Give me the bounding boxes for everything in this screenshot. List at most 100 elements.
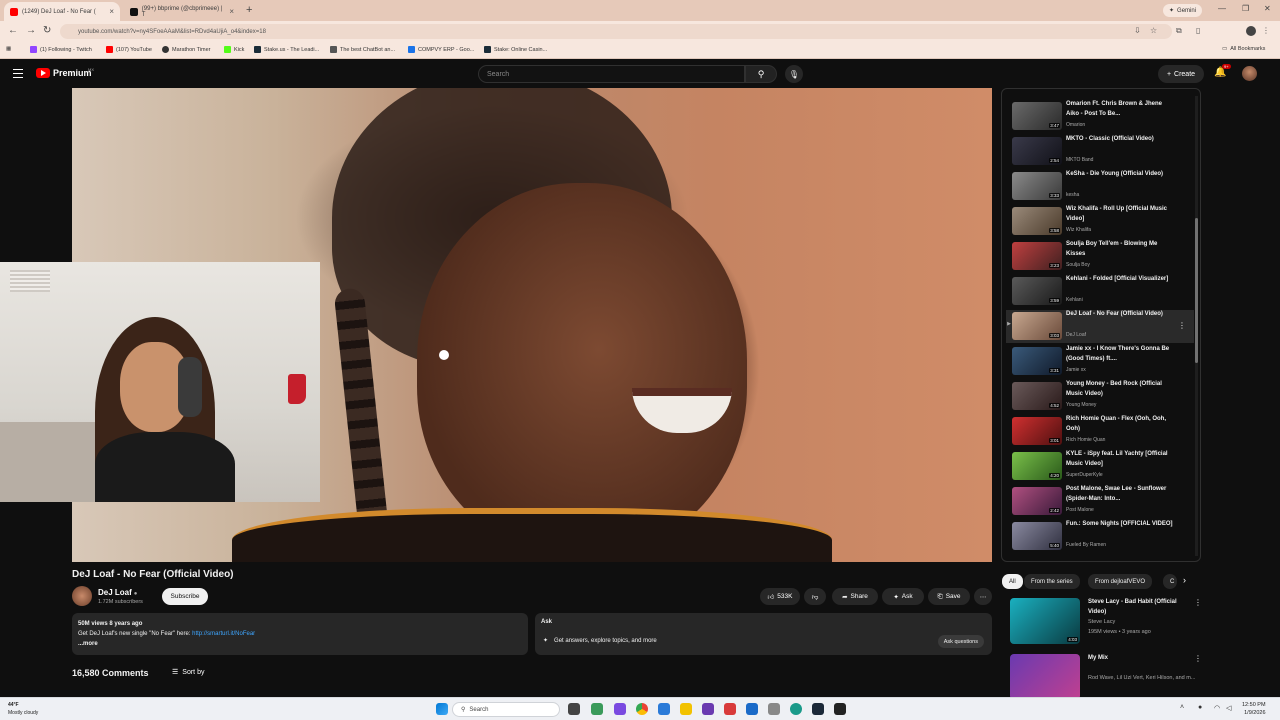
app-icon[interactable] — [724, 703, 736, 715]
recommended-thumbnail[interactable] — [1010, 654, 1080, 700]
app-icon[interactable] — [746, 703, 758, 715]
playlist-thumbnail[interactable]: 4:20 — [1012, 452, 1062, 480]
playlist-item[interactable]: 3:59 Kehlani - Folded [Official Visualize… — [1006, 275, 1194, 308]
recommended-item[interactable]: 4:03 Steve Lacy - Bad Habit (Official Vid… — [1006, 598, 1202, 648]
bookmark-item[interactable]: (107) YouTube — [106, 46, 152, 53]
youtube-logo[interactable]: Premium — [36, 68, 92, 78]
close-window-icon[interactable]: ✕ — [1264, 4, 1271, 13]
save-button[interactable]: ⎗ Save — [928, 588, 970, 605]
app-icon[interactable] — [591, 703, 603, 715]
create-button[interactable]: + Create — [1158, 65, 1204, 83]
playlist-thumbnail[interactable]: 3:58 — [1012, 207, 1062, 235]
bookmark-item[interactable]: Kick — [224, 46, 244, 53]
all-bookmarks[interactable]: ▭ All Bookmarks — [1222, 46, 1265, 52]
app-icon[interactable] — [614, 703, 626, 715]
extensions-icon[interactable]: ⧉ — [1176, 26, 1182, 36]
playlist-thumbnail[interactable]: 3:59 — [1012, 277, 1062, 305]
ask-button[interactable]: ✦ Ask — [882, 588, 924, 605]
close-tab-icon[interactable]: × — [229, 7, 234, 16]
share-button[interactable]: ➦ Share — [832, 588, 878, 605]
back-icon[interactable]: ← — [8, 25, 18, 36]
playlist-item[interactable]: 2:54 MKTO - Classic (Official Video) MKTO … — [1006, 135, 1194, 168]
playlist-item[interactable]: 3:47 Omarion Ft. Chris Brown & Jhene Aiko… — [1006, 100, 1194, 133]
playlist-thumbnail[interactable]: 2:42 — [1012, 487, 1062, 515]
playlist-thumbnail[interactable]: 5:40 — [1012, 522, 1062, 550]
playlist-item-title[interactable]: Jamie xx - I Know There's Gonna Be (Good… — [1066, 345, 1176, 364]
voice-search-button[interactable]: 🎙 — [785, 65, 803, 83]
sidebar-icon[interactable]: ▯ — [1196, 26, 1200, 35]
chip-all[interactable]: All — [1002, 574, 1023, 589]
channel-avatar[interactable] — [72, 586, 92, 606]
edge-icon[interactable] — [790, 703, 802, 715]
playlist-thumbnail[interactable]: 3:47 — [1012, 102, 1062, 130]
like-button[interactable]: 👍︎ 533K — [760, 588, 800, 605]
playlist-thumbnail[interactable]: 3:01 — [1012, 417, 1062, 445]
app-icon[interactable] — [658, 703, 670, 715]
playlist-item-title[interactable]: Young Money - Bed Rock (Official Music V… — [1066, 380, 1176, 399]
playlist-item[interactable]: 3:58 Wiz Khalifa - Roll Up [Official Musi… — [1006, 205, 1194, 238]
playlist-item-title[interactable]: KYLE - iSpy feat. Lil Yachty [Official M… — [1066, 450, 1176, 469]
playlist-thumbnail[interactable]: 4:52 — [1012, 382, 1062, 410]
description-box[interactable]: 50M views 8 years ago Get DeJ Loaf's new… — [72, 613, 528, 655]
playlist-thumbnail[interactable]: 3:33 — [1012, 172, 1062, 200]
chevron-right-icon[interactable]: › — [1183, 575, 1186, 585]
bookmark-item[interactable]: Marathon Timer — [162, 46, 211, 53]
account-avatar[interactable] — [1242, 66, 1257, 81]
playlist-item[interactable]: 3:31 Jamie xx - I Know There's Gonna Be (… — [1006, 345, 1194, 378]
browser-tab[interactable]: (99+) bbprime (@cbprimeee) | T × — [124, 2, 240, 21]
channel-name-row[interactable]: DeJ Loaf ● — [98, 588, 137, 597]
more-vert-icon[interactable]: ⋮ — [1194, 654, 1202, 663]
playlist-item-title[interactable]: Fun.: Some Nights [OFFICIAL VIDEO] — [1066, 520, 1176, 530]
menu-dots-icon[interactable]: ⋮ — [1262, 26, 1270, 35]
bookmark-item[interactable]: Stake: Online Casin... — [484, 46, 547, 53]
description-link[interactable]: http://smarturl.it/NoFear — [192, 631, 255, 637]
apps-icon[interactable]: ▦ — [6, 46, 11, 52]
more-link[interactable]: ...more — [78, 639, 522, 649]
playlist-thumbnail[interactable]: 3:23 — [1012, 242, 1062, 270]
more-actions-button[interactable]: ⋯ — [974, 588, 992, 605]
more-vert-icon[interactable]: ⋮ — [1178, 321, 1186, 330]
scrollbar-thumb[interactable] — [1195, 218, 1198, 363]
file-explorer-icon[interactable] — [680, 703, 692, 715]
tray-app-icon[interactable]: ● — [1198, 704, 1202, 711]
playlist-item-title[interactable]: Post Malone, Swae Lee - Sunflower (Spide… — [1066, 485, 1176, 504]
chrome-icon[interactable] — [636, 703, 648, 715]
bookmark-item[interactable]: (1) Following - Twitch — [30, 46, 92, 53]
playlist-item-title[interactable]: Rich Homie Quan - Flex (Ooh, Ooh, Ooh) — [1066, 415, 1176, 434]
minimize-icon[interactable]: — — [1218, 4, 1226, 13]
recommended-title[interactable]: Steve Lacy - Bad Habit (Official Video) — [1088, 598, 1192, 617]
subscribe-button[interactable]: Subscribe — [162, 588, 208, 605]
playlist-thumbnail[interactable]: 3:03 — [1012, 312, 1062, 340]
restore-icon[interactable]: ❐ — [1242, 4, 1249, 13]
reload-icon[interactable]: ↻ — [43, 25, 51, 36]
browser-tab-active[interactable]: (1249) DeJ Loaf - No Fear ( × — [4, 2, 120, 21]
bookmark-item[interactable]: The best ChatBot an... — [330, 46, 395, 53]
playlist-scrollbar[interactable] — [1195, 96, 1198, 556]
bookmark-star-icon[interactable]: ☆ — [1150, 26, 1157, 35]
weather-widget[interactable]: 44°F Mostly cloudy — [8, 701, 38, 717]
app-icon[interactable] — [768, 703, 780, 715]
playlist-item[interactable]: 4:52 Young Money - Bed Rock (Official Mus… — [1006, 380, 1194, 413]
wifi-icon[interactable]: ◠ — [1214, 704, 1220, 712]
playlist-item-title[interactable]: MKTO - Classic (Official Video) — [1066, 135, 1176, 145]
playlist-item[interactable]: 5:40 Fun.: Some Nights [OFFICIAL VIDEO] Fu… — [1006, 520, 1194, 553]
bookmark-item[interactable]: Stake.us - The Leadi... — [254, 46, 319, 53]
chip-from-channel[interactable]: From dejloafVEVO — [1088, 574, 1153, 589]
playlist-thumbnail[interactable]: 3:31 — [1012, 347, 1062, 375]
dislike-button[interactable]: 👎︎ — [804, 588, 826, 605]
steam-icon[interactable] — [812, 703, 824, 715]
ask-questions-button[interactable]: Ask questions — [937, 635, 984, 648]
playlist-item[interactable]: 3:23 Soulja Boy Tell'em - Blowing Me Kiss… — [1006, 240, 1194, 273]
bookmark-item[interactable]: COMPVY ERP - Goo... — [408, 46, 474, 53]
more-vert-icon[interactable]: ⋮ — [1194, 598, 1202, 607]
playlist-item-title[interactable]: KeSha - Die Young (Official Video) — [1066, 170, 1176, 180]
install-icon[interactable]: ⇩ — [1134, 26, 1141, 35]
sort-by-button[interactable]: ☰ Sort by — [172, 668, 204, 677]
search-button[interactable]: ⚲ — [745, 65, 777, 83]
task-view-icon[interactable] — [568, 703, 580, 715]
new-tab-button[interactable]: + — [246, 4, 252, 16]
playlist-item[interactable]: 4:20 KYLE - iSpy feat. Lil Yachty [Offici… — [1006, 450, 1194, 483]
url-field[interactable]: youtube.com/watch?v=ny4SFoeAAaM&list=RDv… — [60, 24, 1172, 39]
app-icon[interactable] — [834, 703, 846, 715]
playlist-thumbnail[interactable]: 2:54 — [1012, 137, 1062, 165]
